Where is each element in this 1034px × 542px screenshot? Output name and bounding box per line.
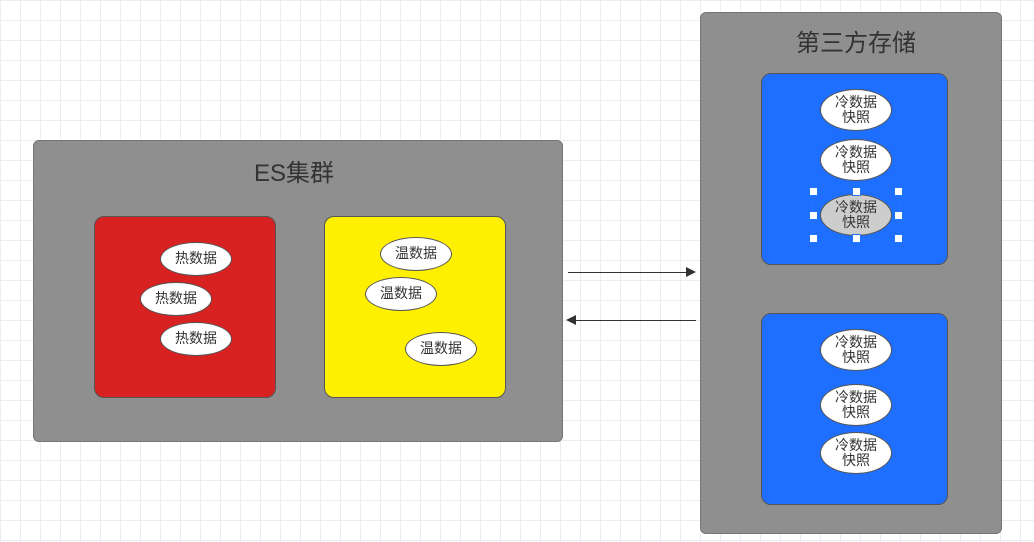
cold-snapshot-pill[interactable]: 冷数据 快照 — [820, 384, 892, 426]
warm-data-block[interactable]: 温数据 温数据 温数据 — [324, 216, 506, 398]
hot-data-pill[interactable]: 热数据 — [140, 282, 212, 316]
cold-block-2[interactable]: 冷数据 快照 冷数据 快照 冷数据 快照 — [761, 313, 948, 505]
es-cluster-panel[interactable]: ES集群 热数据 热数据 热数据 温数据 温数据 温数据 — [33, 140, 563, 442]
resize-handle-icon[interactable] — [809, 187, 818, 196]
selection-box[interactable] — [812, 190, 900, 240]
third-party-panel[interactable]: 第三方存储 冷数据 快照 冷数据 快照 冷数据 快照 冷数据 快照 冷数据 快照… — [700, 12, 1002, 534]
resize-handle-icon[interactable] — [894, 187, 903, 196]
es-cluster-title: ES集群 — [254, 153, 334, 188]
hot-data-block[interactable]: 热数据 热数据 热数据 — [94, 216, 276, 398]
resize-handle-icon[interactable] — [809, 234, 818, 243]
arrow-right — [568, 272, 688, 273]
hot-data-pill[interactable]: 热数据 — [160, 322, 232, 356]
cold-snapshot-pill[interactable]: 冷数据 快照 — [820, 139, 892, 181]
warm-data-pill[interactable]: 温数据 — [365, 277, 437, 311]
warm-data-pill[interactable]: 温数据 — [380, 237, 452, 271]
arrow-left — [576, 320, 696, 321]
diagram-canvas[interactable]: ES集群 热数据 热数据 热数据 温数据 温数据 温数据 第三方存储 冷数据 快… — [0, 0, 1034, 542]
hot-data-pill[interactable]: 热数据 — [160, 242, 232, 276]
resize-handle-icon[interactable] — [809, 211, 818, 220]
resize-handle-icon[interactable] — [894, 234, 903, 243]
cold-snapshot-pill[interactable]: 冷数据 快照 — [820, 89, 892, 131]
resize-handle-icon[interactable] — [852, 234, 861, 243]
third-party-title: 第三方存储 — [796, 23, 916, 58]
warm-data-pill[interactable]: 温数据 — [405, 332, 477, 366]
cold-snapshot-pill[interactable]: 冷数据 快照 — [820, 432, 892, 474]
arrow-left-head-icon — [566, 315, 576, 325]
cold-snapshot-pill[interactable]: 冷数据 快照 — [820, 329, 892, 371]
cold-block-1[interactable]: 冷数据 快照 冷数据 快照 冷数据 快照 — [761, 73, 948, 265]
arrow-right-head-icon — [686, 267, 696, 277]
resize-handle-icon[interactable] — [894, 211, 903, 220]
resize-handle-icon[interactable] — [852, 187, 861, 196]
